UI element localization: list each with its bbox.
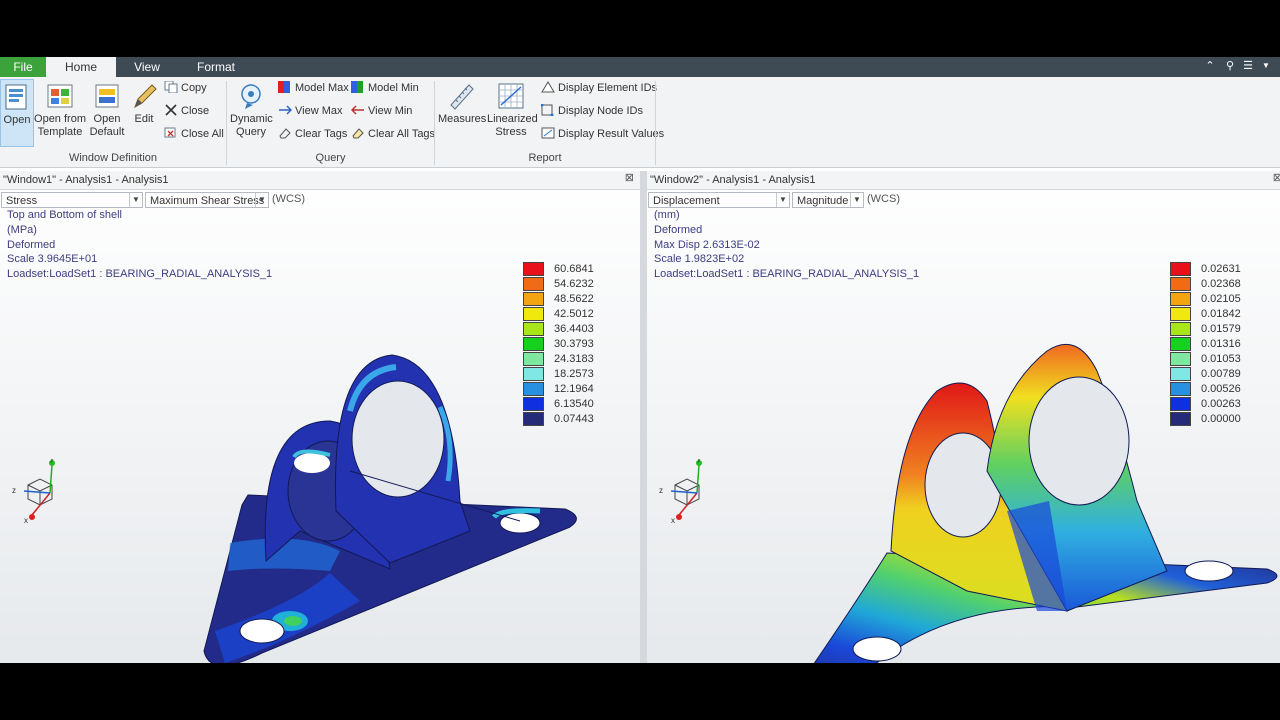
axis-label-x: x [671, 516, 675, 525]
orientation-triad: y z x [12, 459, 55, 525]
result-values-icon [541, 127, 555, 139]
model-max-icon [278, 81, 290, 93]
group-label-query: Query [315, 152, 346, 164]
group-separator [655, 81, 656, 165]
close-all-icon [164, 127, 176, 138]
displacement-fringe-plot[interactable] [647, 171, 1280, 663]
close-icon [165, 104, 177, 116]
display-element-ids-button[interactable]: Display Element IDs [541, 79, 657, 97]
tab-view[interactable]: View [116, 57, 178, 77]
copy-button[interactable]: Copy [164, 79, 207, 97]
dynamic-query-button[interactable]: Dynamic Query [230, 79, 273, 145]
view-min-button[interactable]: View Min [351, 102, 412, 120]
close-all-button[interactable]: Close All [164, 125, 224, 143]
application: File Home View Format ⌃ ⚲ ☰ ▼ Open Open … [0, 57, 1280, 663]
axis-label-z: z [659, 486, 663, 495]
model-min-button[interactable]: Model Min [351, 79, 419, 97]
dynamic-query-icon [241, 84, 261, 109]
ruler-icon [450, 84, 474, 110]
axis-label-x: x [24, 516, 28, 525]
bracket-model-stress [203, 354, 577, 663]
default-window-icon [95, 84, 119, 108]
close-button[interactable]: Close [164, 102, 209, 120]
group-label-report: Report [528, 152, 562, 164]
open-window-icon [5, 84, 27, 110]
tab-format[interactable]: Format [178, 57, 254, 77]
element-ids-icon [541, 81, 555, 93]
ribbon: Open Open from Template Open Default Edi… [0, 77, 1280, 168]
view-max-icon [279, 105, 292, 115]
ribbon-tab-bar: File Home View Format ⌃ ⚲ ☰ ▼ [0, 57, 1280, 78]
display-result-values-button[interactable]: Display Result Values [541, 125, 664, 143]
chevron-down-icon[interactable]: ▼ [1259, 61, 1273, 70]
axis-label-z: z [12, 486, 16, 495]
tab-file[interactable]: File [0, 57, 46, 77]
model-min-icon [351, 81, 363, 93]
collapse-ribbon-icon[interactable]: ⌃ [1203, 59, 1217, 72]
result-window-1[interactable]: "Window1" - Analysis1 - Analysis1 ⊠ Stre… [0, 171, 640, 663]
group-label-window-definition: Window Definition [68, 152, 158, 164]
help-icon[interactable]: ☰ [1241, 59, 1255, 72]
bracket-model-displacement [813, 343, 1278, 663]
node-ids-icon [541, 104, 554, 116]
measures-button[interactable]: Measures [438, 79, 486, 145]
display-node-ids-button[interactable]: Display Node IDs [541, 102, 643, 120]
linearized-stress-button[interactable]: Linearized Stress [487, 79, 538, 145]
stress-fringe-plot[interactable] [0, 171, 640, 663]
axis-label-y: y [50, 459, 54, 463]
triad-axes [23, 460, 55, 520]
clear-all-tags-button[interactable]: Clear All Tags [351, 125, 435, 143]
view-max-button[interactable]: View Max [278, 102, 342, 120]
pencil-icon [134, 84, 157, 109]
model-max-button[interactable]: Model Max [278, 79, 349, 97]
eraser-all-icon [352, 128, 364, 139]
triad-axes [670, 460, 702, 520]
result-window-2[interactable]: "Window2" - Analysis1 - Analysis1 ⊠ Disp… [647, 171, 1280, 663]
orientation-triad: y z x [659, 459, 702, 525]
open-from-template-button[interactable]: Open from Template [34, 79, 86, 145]
clear-tags-button[interactable]: Clear Tags [278, 125, 347, 143]
linearized-stress-icon [498, 83, 524, 109]
window-splitter[interactable] [640, 171, 647, 663]
template-icon [47, 84, 73, 108]
axis-label-y: y [697, 459, 701, 463]
open-button[interactable]: Open [0, 79, 34, 147]
tab-home[interactable]: Home [46, 57, 116, 78]
open-default-button[interactable]: Open Default [88, 79, 126, 145]
search-icon[interactable]: ⚲ [1223, 59, 1237, 72]
eraser-icon [279, 128, 291, 139]
copy-icon [164, 81, 178, 93]
edit-button[interactable]: Edit [130, 79, 158, 145]
view-min-icon [351, 105, 364, 115]
